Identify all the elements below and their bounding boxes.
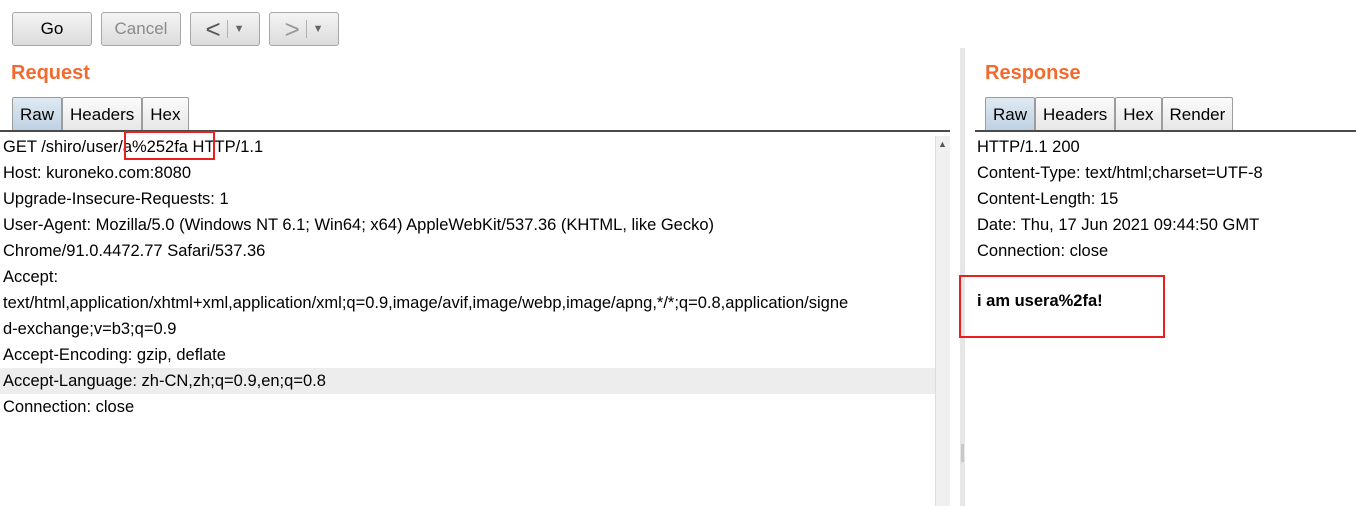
forward-button[interactable]: > ▼ (269, 12, 339, 46)
response-tab-underline (975, 130, 1356, 132)
request-line: text/html,application/xhtml+xml,applicat… (3, 294, 849, 312)
request-scrollbar[interactable] (935, 136, 950, 506)
response-line: HTTP/1.1 200 (977, 138, 1080, 156)
request-title: Request (11, 62, 90, 84)
forward-dropdown-icon[interactable]: ▼ (313, 23, 324, 35)
request-line: Connection: close (3, 398, 135, 416)
response-tab-hex[interactable]: Hex (1115, 97, 1162, 131)
splitter-grip[interactable] (961, 444, 964, 462)
request-line: d-exchange;v=b3;q=0.9 (3, 320, 177, 338)
response-body-highlight-box (959, 275, 1165, 338)
request-editor[interactable]: GET /shiro/user/a%252fa HTTP/1.1 Host: k… (0, 134, 935, 420)
response-line: Content-Length: 15 (977, 190, 1119, 208)
request-line: User-Agent: Mozilla/5.0 (Windows NT 6.1;… (3, 216, 715, 234)
request-line: Upgrade-Insecure-Requests: 1 (3, 190, 229, 208)
go-label: Go (40, 19, 64, 38)
back-dropdown-icon[interactable]: ▼ (234, 23, 245, 35)
response-tabs: Raw Headers Hex Render (985, 97, 1234, 131)
request-tab-raw[interactable]: Raw (12, 97, 63, 131)
forward-arrow-icon: > (284, 14, 300, 44)
response-line: Date: Thu, 17 Jun 2021 09:44:50 GMT (977, 216, 1260, 234)
cancel-button[interactable]: Cancel (101, 12, 181, 46)
request-line-highlighted: Accept-Language: zh-CN,zh;q=0.9,en;q=0.8 (0, 368, 935, 394)
request-tab-headers[interactable]: Headers (62, 97, 143, 131)
request-tabs: Raw Headers Hex (12, 97, 189, 131)
response-tab-headers[interactable]: Headers (1035, 97, 1116, 131)
go-button[interactable]: Go (12, 12, 92, 46)
response-line: Connection: close (977, 242, 1109, 260)
back-button[interactable]: < ▼ (190, 12, 260, 46)
response-tab-raw[interactable]: Raw (985, 97, 1036, 131)
request-line: Host: kuroneko.com:8080 (3, 164, 192, 182)
response-line: Content-Type: text/html;charset=UTF-8 (977, 164, 1263, 182)
cancel-label: Cancel (114, 19, 168, 38)
back-separator (226, 20, 228, 38)
request-line: Accept-Encoding: gzip, deflate (3, 346, 226, 364)
request-line: Accept: (3, 268, 59, 286)
forward-separator (305, 20, 307, 38)
request-path-highlight-box (124, 131, 215, 160)
response-title: Response (985, 62, 1081, 84)
request-line: Chrome/91.0.4472.77 Safari/537.36 (3, 242, 266, 260)
back-arrow-icon: < (205, 14, 221, 44)
response-viewer[interactable]: HTTP/1.1 200 Content-Type: text/html;cha… (974, 134, 1354, 264)
scroll-up-icon[interactable]: ▲ (935, 136, 950, 152)
request-tab-hex[interactable]: Hex (142, 97, 189, 131)
response-tab-render[interactable]: Render (1161, 97, 1234, 131)
